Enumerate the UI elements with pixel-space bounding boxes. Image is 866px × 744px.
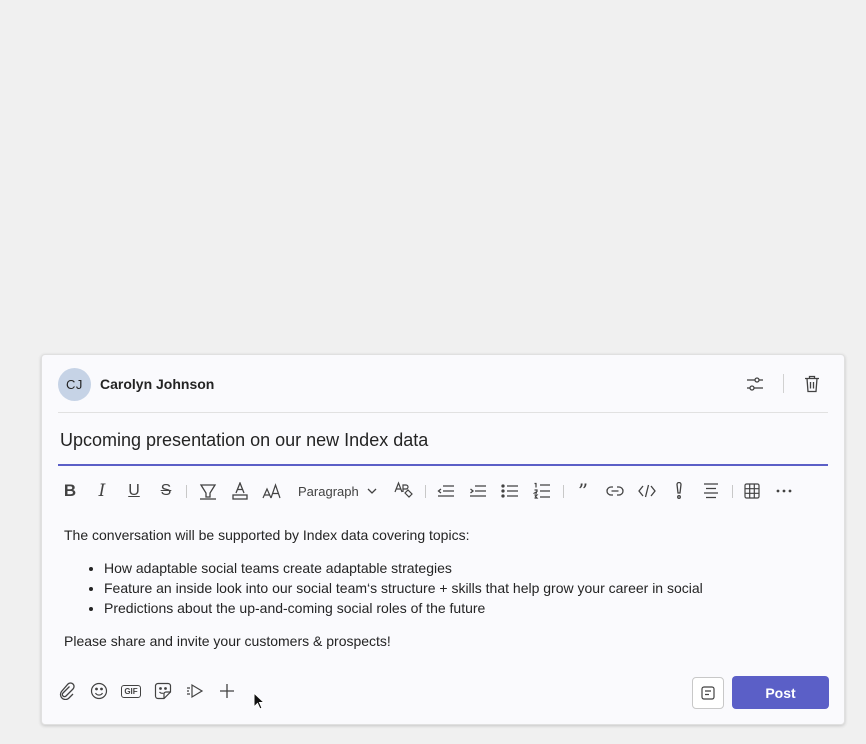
link-icon [606, 486, 624, 496]
header-divider [783, 374, 784, 393]
list-item: How adaptable social teams create adapta… [104, 558, 824, 578]
delete-button[interactable] [800, 372, 824, 396]
clear-format-icon [394, 481, 414, 501]
align-button[interactable] [699, 479, 723, 503]
highlight-button[interactable] [196, 479, 220, 503]
bullet-list-icon [501, 484, 519, 498]
author-name: Carolyn Johnson [100, 376, 215, 392]
quote-button[interactable]: ” [571, 479, 595, 503]
emoji-button[interactable] [87, 679, 111, 703]
numbered-list-icon [533, 482, 551, 500]
toolbar-separator [425, 485, 426, 498]
plus-icon [219, 683, 235, 699]
attach-button[interactable] [55, 679, 79, 703]
font-size-icon [262, 483, 282, 499]
format-toolbar: B I U S Paragraph ” [58, 477, 828, 505]
code-button[interactable] [635, 479, 659, 503]
increase-indent-button[interactable] [466, 479, 490, 503]
more-options-button[interactable] [215, 679, 239, 703]
more-icon [776, 489, 792, 493]
avatar: CJ [58, 368, 91, 401]
font-size-button[interactable] [260, 479, 284, 503]
strikethrough-icon: S [160, 482, 172, 499]
font-color-icon [231, 482, 249, 500]
gif-button[interactable]: GIF [119, 679, 143, 703]
italic-icon: I [98, 481, 106, 501]
paragraph-select[interactable]: Paragraph [298, 479, 377, 503]
format-toggle-button[interactable] [692, 677, 724, 709]
sticker-button[interactable] [151, 679, 175, 703]
paragraph-label: Paragraph [298, 483, 359, 499]
highlight-icon [199, 482, 217, 500]
decrease-indent-button[interactable] [434, 479, 458, 503]
italic-button[interactable]: I [90, 479, 114, 503]
code-icon [638, 484, 656, 498]
subject-text: Upcoming presentation on our new Index d… [60, 430, 429, 450]
send-video-icon [186, 683, 204, 699]
quote-icon: ” [577, 479, 589, 503]
post-button[interactable]: Post [732, 676, 829, 709]
toolbar-separator [563, 485, 564, 498]
compose-actions: GIF Post [42, 673, 844, 713]
important-icon [674, 482, 684, 500]
gif-icon: GIF [121, 684, 141, 698]
options-button[interactable] [743, 372, 767, 396]
bold-icon: B [63, 481, 77, 500]
emoji-icon [90, 682, 108, 700]
important-button[interactable] [667, 479, 691, 503]
increase-indent-icon [469, 484, 487, 498]
format-icon [701, 686, 715, 700]
more-button[interactable] [772, 479, 796, 503]
bullet-list-button[interactable] [498, 479, 522, 503]
table-icon [744, 483, 760, 499]
sticker-icon [154, 682, 172, 700]
clear-format-button[interactable] [392, 479, 416, 503]
subject-field[interactable]: Upcoming presentation on our new Index d… [58, 414, 828, 466]
chevron-down-icon [367, 488, 377, 494]
message-body[interactable]: The conversation will be supported by In… [64, 525, 824, 651]
list-item: Feature an inside look into our social t… [104, 578, 824, 598]
underline-icon: U [128, 482, 140, 499]
header-divider-line [58, 412, 828, 413]
toolbar-separator [186, 485, 187, 498]
align-icon [703, 483, 719, 499]
font-color-button[interactable] [228, 479, 252, 503]
underline-button[interactable]: U [122, 479, 146, 503]
table-button[interactable] [740, 479, 764, 503]
compose-header: CJ Carolyn Johnson [42, 355, 844, 413]
bold-button[interactable]: B [58, 479, 82, 503]
attach-icon [59, 682, 75, 700]
mouse-cursor-icon [253, 692, 265, 710]
message-outro: Please share and invite your customers &… [64, 633, 391, 649]
link-button[interactable] [603, 479, 627, 503]
message-bullets: How adaptable social teams create adapta… [104, 558, 824, 618]
compose-card: CJ Carolyn Johnson Upcoming presentation… [41, 354, 845, 725]
numbered-list-button[interactable] [530, 479, 554, 503]
decrease-indent-icon [437, 484, 455, 498]
trash-icon [804, 375, 820, 393]
toolbar-separator [732, 485, 733, 498]
list-item: Predictions about the up-and-coming soci… [104, 598, 824, 618]
send-video-button[interactable] [183, 679, 207, 703]
strikethrough-button[interactable]: S [154, 479, 178, 503]
message-intro: The conversation will be supported by In… [64, 527, 470, 543]
sliders-icon [746, 376, 764, 392]
